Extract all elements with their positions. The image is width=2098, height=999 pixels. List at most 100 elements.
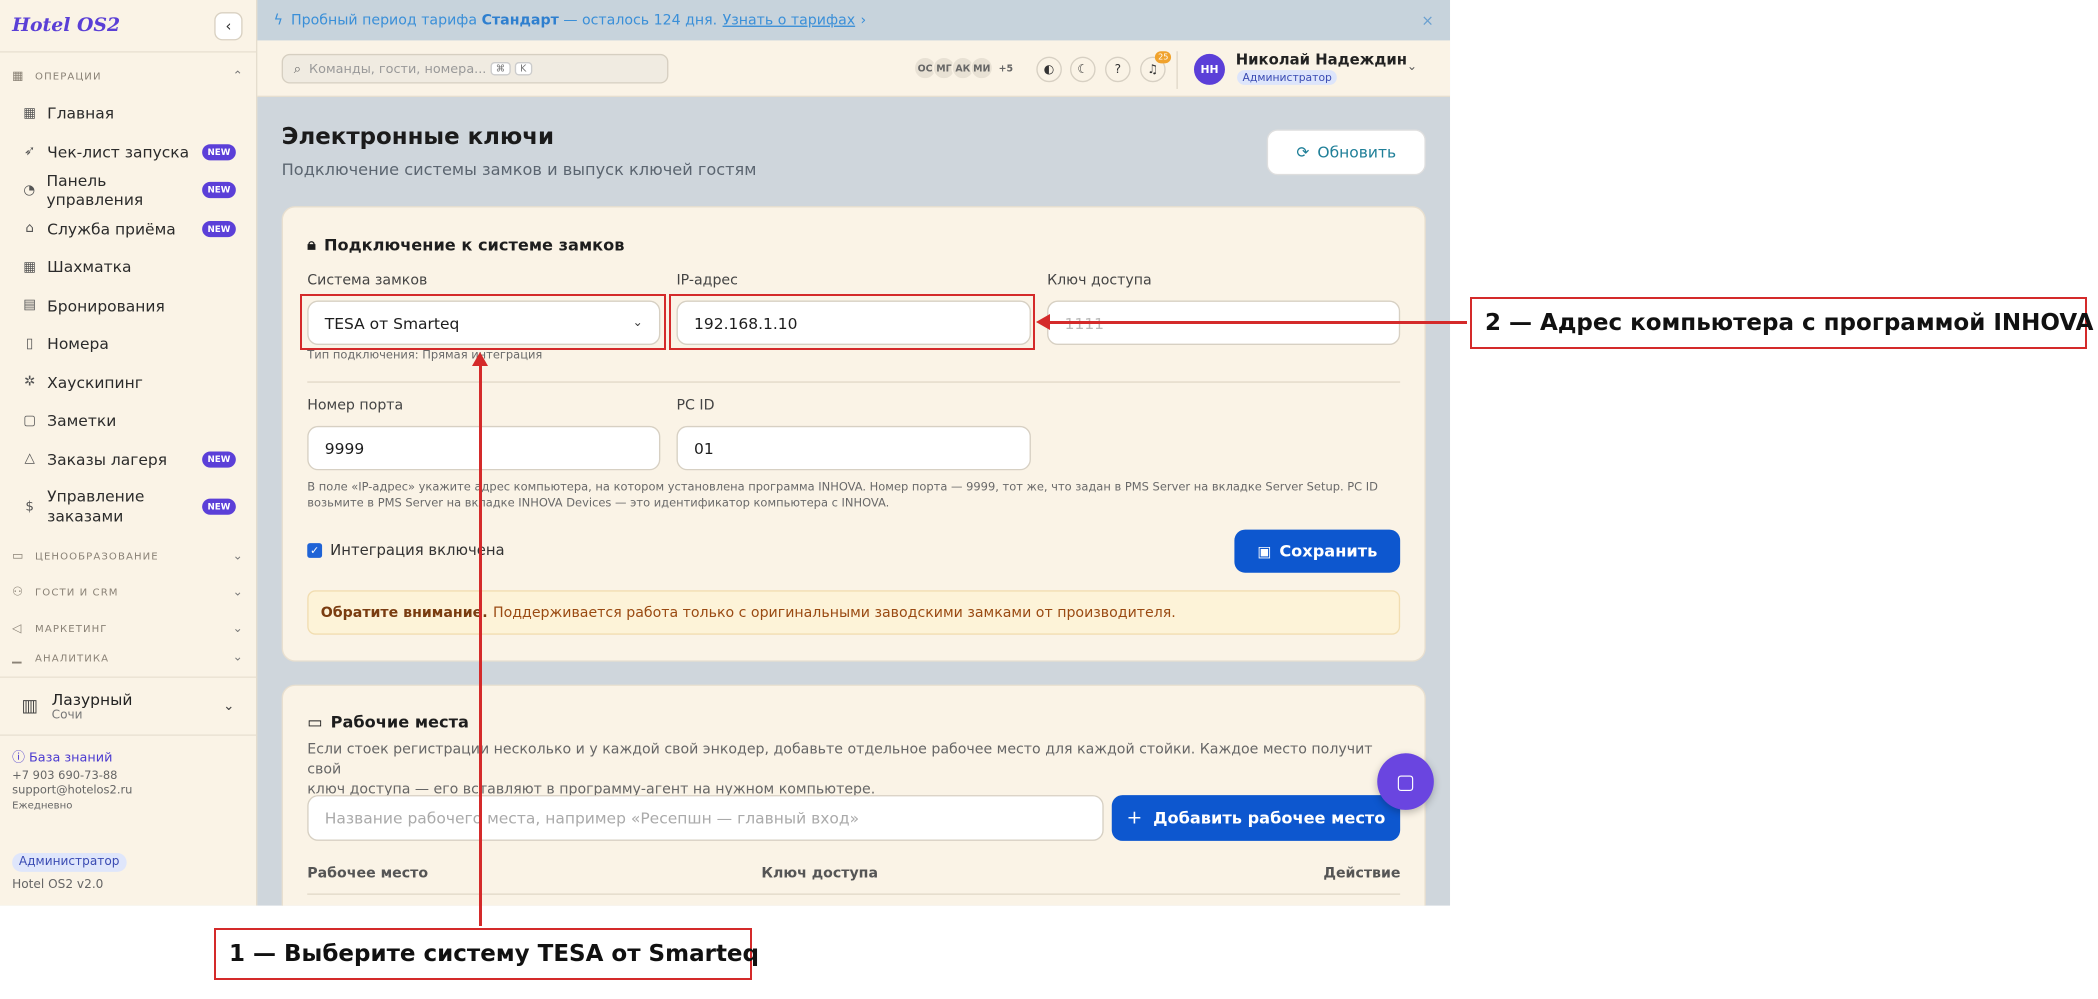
dark-mode-button[interactable]: ☾ — [1069, 56, 1096, 83]
online-users[interactable]: ОС МГ АК МИ +5 — [913, 56, 1015, 80]
sparkle-icon: ✲ — [23, 374, 36, 390]
desc-line: Если стоек регистрации несколько и у каж… — [307, 741, 1373, 778]
chevron-down-icon: ⌄ — [232, 650, 244, 665]
refresh-icon: ⟳ — [1296, 142, 1310, 162]
section-marketing-label: МАРКЕТИНГ — [35, 622, 108, 635]
notifications-button[interactable]: ♫ 25 — [1140, 51, 1172, 83]
chevron-down-icon: ⌄ — [223, 698, 235, 714]
pc-id-field[interactable]: 01 — [676, 425, 1031, 471]
help-line: возьмите в PMS Server на вкладке INHOVA … — [307, 497, 890, 512]
chevron-right-icon: › — [860, 12, 867, 29]
sidebar-item-launch-checklist[interactable]: ➶ Чек-лист запуска NEW — [0, 133, 256, 171]
building-icon: ▥ — [21, 696, 39, 717]
door-icon: ▯ — [25, 336, 34, 352]
sidebar-item-camp-orders[interactable]: △ Заказы лагеря NEW — [0, 440, 256, 478]
sidebar-item-dashboard[interactable]: ◔ Панель управления NEW — [0, 171, 256, 209]
workplaces-card: ▭ Рабочие места Если стоек регистрации не… — [281, 684, 1426, 906]
workplace-name-input[interactable]: Название рабочего места, например «Ресеп… — [307, 795, 1104, 841]
port-field[interactable]: 9999 — [307, 425, 661, 471]
trial-banner: ϟ Пробный период тарифа Стандарт — остал… — [257, 0, 1451, 41]
section-marketing[interactable]: ◁ МАРКЕТИНГ ⌄ — [0, 610, 256, 646]
chart-icon: ▁ — [12, 650, 23, 665]
chevron-down-icon[interactable]: ⌄ — [1407, 61, 1417, 74]
column-header-access-key[interactable]: Ключ доступа — [761, 865, 878, 881]
knowledge-base-label: База знаний — [29, 750, 113, 766]
tent-icon: △ — [24, 451, 35, 467]
card-title: 🔒︎ Подключение к системе замков — [307, 234, 624, 254]
new-badge: NEW — [202, 143, 236, 161]
banner-suffix: — осталось 124 дня. — [563, 12, 718, 29]
sidebar-item-notes[interactable]: ▢ Заметки — [0, 402, 256, 440]
avatar: МИ — [970, 56, 994, 80]
sidebar-item-label: Панель управления — [46, 171, 144, 210]
refresh-button[interactable]: ⟳ Обновить — [1266, 129, 1426, 176]
access-key-label: Ключ доступа — [1047, 272, 1152, 289]
workplaces-description: Если стоек регистрации несколько и у каж… — [307, 740, 1400, 802]
sidebar-item-room-grid[interactable]: ▦ Шахматка — [0, 248, 256, 286]
section-guests[interactable]: ⚇ ГОСТИ И CRM ⌄ — [0, 574, 256, 610]
card-title-text: Рабочие места — [330, 712, 469, 732]
pc-id-label: PC ID — [676, 397, 715, 414]
port-value: 9999 — [324, 438, 365, 458]
knowledge-base-link[interactable]: ⓘ База знаний — [12, 748, 132, 768]
workplace-placeholder: Название рабочего места, например «Ресеп… — [324, 808, 860, 828]
avatars-more: +5 — [997, 56, 1015, 80]
user-avatar[interactable]: НН — [1193, 53, 1225, 85]
role-badge: Администратор — [12, 853, 127, 872]
section-guests-label: ГОСТИ И CRM — [35, 586, 119, 599]
lock-connection-card: 🔒︎ Подключение к системе замков Система з… — [281, 206, 1426, 662]
section-pricing[interactable]: ▭ ЦЕНООБРАЗОВАНИЕ ⌄ — [0, 538, 256, 574]
kbd-k: K — [514, 61, 532, 76]
refresh-label: Обновить — [1317, 142, 1397, 162]
close-banner-button[interactable]: × — [1421, 11, 1433, 29]
sidebar-item-label: Шахматка — [47, 257, 132, 277]
section-operations[interactable]: ▦ ОПЕРАЦИИ ⌃ — [0, 58, 256, 94]
sidebar-item-bookings[interactable]: ▤ Бронирования — [0, 286, 256, 324]
megaphone-icon: ◁ — [12, 621, 23, 636]
connection-type-hint: Тип подключения: Прямая интеграция — [307, 349, 543, 363]
collapse-sidebar-button[interactable]: ‹ — [214, 12, 243, 41]
sidebar-item-label: Номера — [47, 334, 109, 354]
hotel-name: Лазурный — [51, 689, 133, 709]
users-icon: ⚇ — [12, 585, 25, 600]
palette-icon: ◐ — [1043, 62, 1055, 77]
arrow-step1 — [479, 360, 482, 926]
receipt-icon: $ — [25, 499, 34, 515]
new-badge: NEW — [202, 220, 236, 237]
sidebar-item-housekeeping[interactable]: ✲ Хаускипинг — [0, 363, 256, 401]
sidebar-item-home[interactable]: ▦ Главная — [0, 94, 256, 132]
section-analytics[interactable]: ▁ АНАЛИТИКА ⌄ — [0, 647, 256, 669]
bell-icon: ⌂ — [25, 221, 34, 237]
integration-toggle[interactable]: ✓ Интеграция включена — [307, 542, 505, 559]
column-header-workplace[interactable]: Рабочее место — [307, 865, 428, 881]
command-search-input[interactable]: ⌕ Команды, гости, номера... ⌘ K — [281, 53, 669, 84]
brand-logo[interactable]: Hotel OS2 — [12, 15, 120, 37]
pricing-link[interactable]: Узнать о тарифах — [723, 12, 856, 28]
sidebar-item-order-management[interactable]: $ Управление заказами NEW — [0, 478, 256, 535]
sidebar-item-rooms[interactable]: ▯ Номера — [0, 325, 256, 363]
theme-palette-button[interactable]: ◐ — [1036, 56, 1062, 83]
lightning-icon: ϟ — [273, 12, 283, 29]
card-title-text: Подключение к системе замков — [323, 235, 625, 255]
gauge-icon: ◔ — [23, 182, 36, 198]
notice-text: Поддерживается работа только с оригиналь… — [492, 604, 1176, 621]
notice-alert: Обратите внимание. Поддерживается работа … — [307, 590, 1401, 635]
add-workplace-label: Добавить рабочее место — [1153, 808, 1386, 828]
hotel-city: Сочи — [51, 708, 83, 723]
sidebar-item-label: Заказы лагеря — [47, 449, 168, 469]
new-badge: NEW — [202, 451, 236, 468]
user-name[interactable]: Николай Надеждин — [1236, 51, 1407, 69]
column-header-action[interactable]: Действие — [1323, 865, 1400, 881]
grid-icon: ▦ — [23, 106, 37, 121]
save-button[interactable]: ▣ Сохранить — [1234, 529, 1401, 573]
card-title: ▭ Рабочие места — [307, 713, 469, 732]
hotel-switcher[interactable]: ▥ Лазурный Сочи ⌄ — [0, 676, 257, 736]
add-workplace-button[interactable]: + Добавить рабочее место — [1111, 795, 1401, 841]
checkbox-checked-icon: ✓ — [307, 543, 323, 558]
help-button[interactable]: ? — [1105, 56, 1131, 83]
callout-step2: 2 — Адрес компьютера с программой INHOVA — [1470, 297, 2093, 349]
chat-button[interactable]: ▢ — [1377, 753, 1434, 810]
sidebar-item-front-desk[interactable]: ⌂ Служба приёма NEW — [0, 210, 256, 248]
rocket-icon: ➶ — [23, 144, 36, 160]
top-bar: ⌕ Команды, гости, номера... ⌘ K ОС МГ АК… — [257, 40, 1451, 98]
